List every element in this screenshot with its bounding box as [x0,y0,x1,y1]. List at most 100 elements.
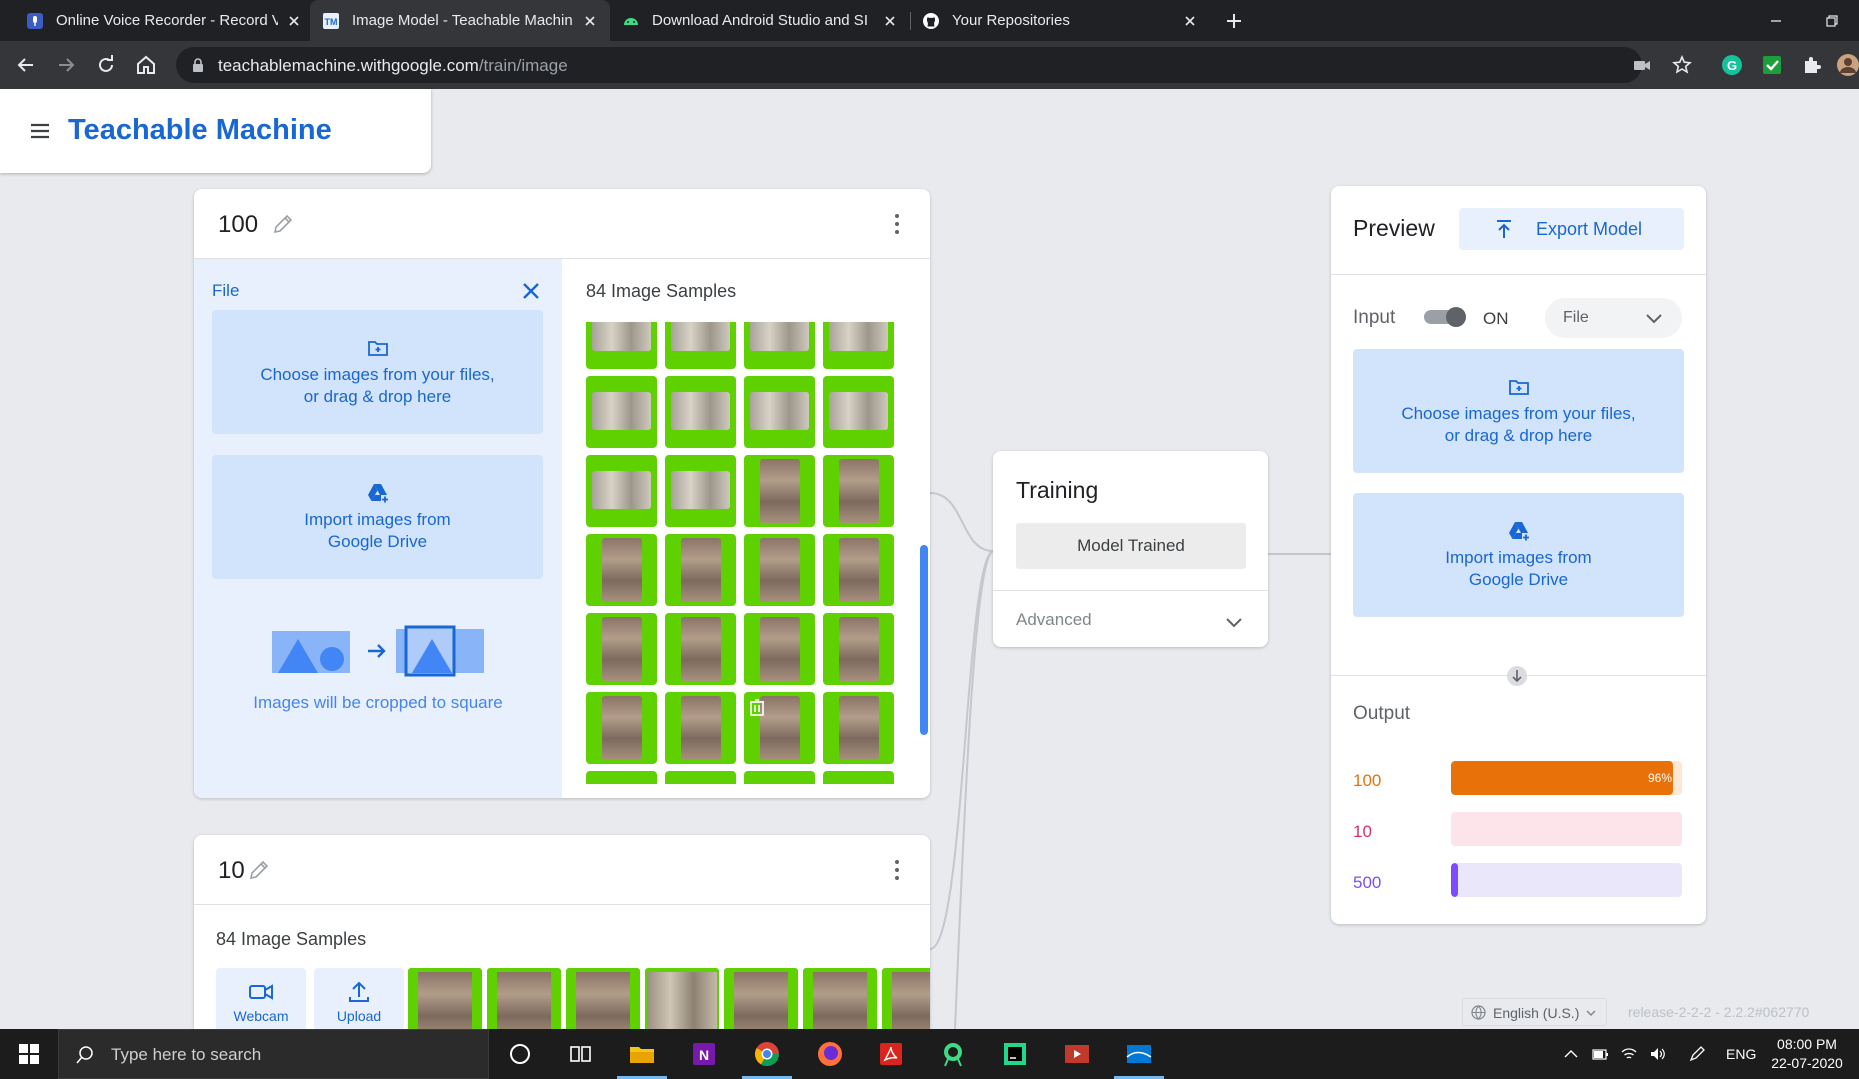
sample-thumbnail[interactable] [744,322,815,369]
input-toggle[interactable] [1422,307,1468,327]
more-options-icon[interactable] [894,858,900,882]
firefox-icon[interactable] [815,1039,845,1069]
sample-thumbnail[interactable] [665,534,736,606]
class-name[interactable]: 100 [218,211,258,239]
file-explorer-icon[interactable] [627,1039,657,1069]
chevron-down-icon[interactable] [1223,611,1245,633]
sample-thumbnail[interactable] [665,322,736,369]
sample-thumbnail[interactable] [586,455,657,527]
onenote-icon[interactable]: N [689,1039,719,1069]
checkmark-extension-icon[interactable] [1760,53,1784,77]
windows-start-icon[interactable] [18,1043,40,1065]
acrobat-icon[interactable] [876,1039,906,1069]
minimize-window-icon[interactable] [1764,9,1788,33]
class-name[interactable]: 10 [218,857,245,885]
pen-icon[interactable] [1688,1045,1706,1063]
volume-icon[interactable] [1649,1045,1667,1063]
sample-thumbnail[interactable] [665,692,736,764]
sample-thumbnail[interactable] [823,613,894,685]
sample-thumbnail[interactable] [566,968,640,1029]
wifi-icon[interactable] [1620,1045,1638,1063]
task-view-icon[interactable] [565,1039,595,1069]
input-language[interactable]: ENG [1726,1046,1756,1062]
preview-choose-files-dropzone[interactable]: Choose images from your files, or drag &… [1353,349,1684,473]
profile-avatar-icon[interactable] [1836,53,1859,77]
sample-thumbnail[interactable] [744,692,815,764]
tab-android-studio[interactable]: Download Android Studio and SI [610,0,910,41]
sample-thumbnail[interactable] [823,534,894,606]
sample-thumbnail[interactable] [823,692,894,764]
sample-thumbnail[interactable] [744,534,815,606]
sample-thumbnail[interactable] [645,968,719,1029]
tab-github-repositories[interactable]: Your Repositories [910,0,1210,41]
android-studio-icon[interactable] [938,1039,968,1069]
extensions-puzzle-icon[interactable] [1800,53,1824,77]
sample-thumbnail[interactable] [586,613,657,685]
bookmark-star-icon[interactable] [1670,53,1694,77]
sample-thumbnail[interactable] [408,968,482,1029]
preview-google-drive-import-button[interactable]: Import images from Google Drive [1353,493,1684,617]
sample-thumbnail[interactable] [665,771,736,784]
sample-thumbnail[interactable] [665,613,736,685]
sample-thumbnail[interactable] [823,376,894,448]
close-tab-icon[interactable] [286,13,302,29]
close-tab-icon[interactable] [882,13,898,29]
taskbar-search-box[interactable]: Type here to search [58,1029,489,1079]
sample-thumbnail[interactable] [744,771,815,784]
system-clock[interactable]: 08:00 PM 22-07-2020 [1770,1035,1844,1073]
close-tab-icon[interactable] [1182,13,1198,29]
arrow-down-circle-icon[interactable] [1506,665,1528,687]
mail-icon[interactable] [1124,1039,1154,1069]
sample-thumbnail[interactable] [665,376,736,448]
google-drive-import-button[interactable]: Import images from Google Drive [212,455,543,579]
reload-icon[interactable] [94,53,118,77]
chrome-icon[interactable] [752,1039,782,1069]
sample-thumbnail[interactable] [586,534,657,606]
restore-window-icon[interactable] [1820,9,1844,33]
sample-thumbnail[interactable] [586,376,657,448]
sample-thumbnail[interactable] [665,455,736,527]
sample-thumbnail[interactable] [823,322,894,369]
address-bar[interactable]: teachablemachine.withgoogle.com/train/im… [176,47,1642,83]
sample-thumbnail[interactable] [823,771,894,784]
sample-thumbnail[interactable] [823,455,894,527]
delete-sample-icon[interactable] [747,697,767,717]
grammarly-extension-icon[interactable]: G [1720,53,1744,77]
pycharm-icon[interactable] [1000,1039,1030,1069]
tab-voice-recorder[interactable]: Online Voice Recorder - Record V [14,0,314,41]
close-tab-icon[interactable] [582,13,598,29]
back-arrow-icon[interactable] [14,53,38,77]
webcam-button[interactable]: Webcam [216,968,306,1029]
sample-thumbnail[interactable] [803,968,877,1029]
cortana-icon[interactable] [505,1039,535,1069]
app-title[interactable]: Teachable Machine [68,114,332,147]
edit-pencil-icon[interactable] [270,211,296,237]
sample-thumbnail[interactable] [744,376,815,448]
tab-teachable-machine[interactable]: TM Image Model - Teachable Machin [310,0,610,41]
sample-thumbnail[interactable] [744,613,815,685]
sample-thumbnail[interactable] [586,692,657,764]
sample-thumbnail[interactable] [487,968,561,1029]
sample-thumbnail[interactable] [586,771,657,784]
close-icon[interactable] [520,280,542,302]
forward-arrow-icon[interactable] [54,53,78,77]
battery-icon[interactable] [1591,1045,1609,1063]
hamburger-menu-icon[interactable] [28,119,52,143]
home-icon[interactable] [134,53,158,77]
input-source-select[interactable]: File [1545,298,1682,338]
show-hidden-icons-icon[interactable] [1562,1045,1580,1063]
more-options-icon[interactable] [894,212,900,236]
language-select[interactable]: English (U.S.) [1462,998,1607,1026]
export-model-button[interactable]: Export Model [1459,208,1684,250]
sample-thumbnail[interactable] [724,968,798,1029]
train-model-button[interactable]: Model Trained [1016,523,1246,569]
choose-files-dropzone[interactable]: Choose images from your files, or drag &… [212,310,543,434]
sample-thumbnail[interactable] [744,455,815,527]
sample-thumbnail[interactable] [586,322,657,369]
samples-scrollbar[interactable] [920,545,928,735]
new-tab-icon[interactable] [1222,9,1246,33]
upload-button[interactable]: Upload [314,968,404,1029]
edit-pencil-icon[interactable] [246,857,272,883]
advanced-toggle[interactable]: Advanced [1016,610,1092,630]
sample-thumbnail[interactable] [882,968,930,1029]
